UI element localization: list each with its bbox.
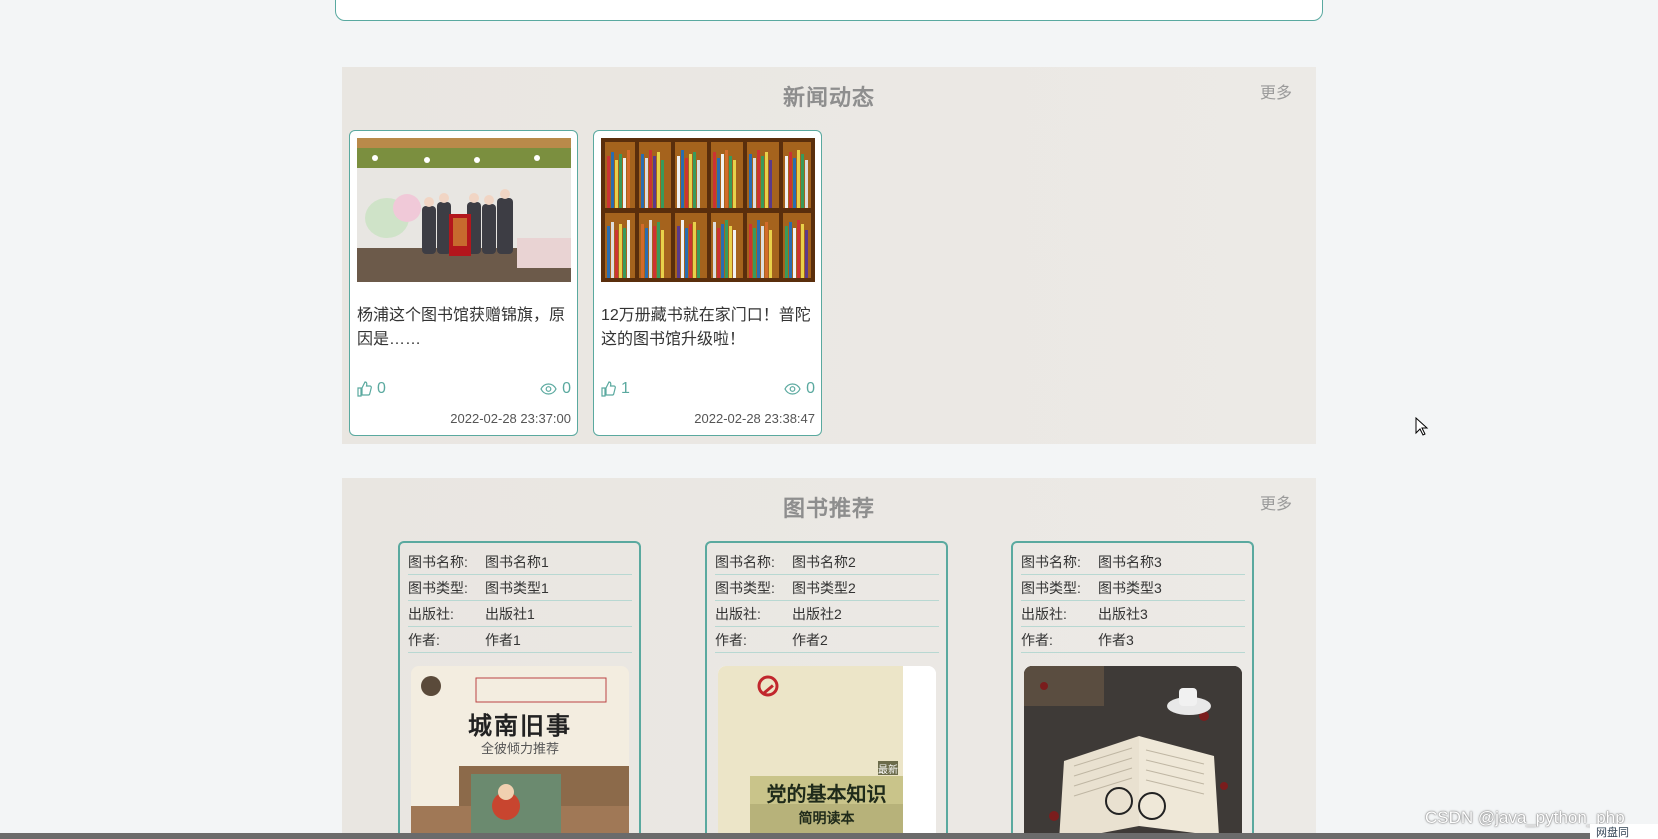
corner-logo: 网盘同 [1590,824,1658,839]
book-publisher-label: 出版社: [408,605,454,622]
thumbs-up-icon [357,381,372,397]
book-cover-subtitle: 简明读本 [798,810,855,826]
book-author-value: 作者1 [485,631,521,648]
book-type-row: 图书类型: 图书类型2 [715,575,939,601]
book-card[interactable]: 图书名称: 图书名称1 图书类型: 图书类型1 出版社: 出版社1 作者: 作者… [398,541,641,839]
book-type-row: 图书类型: 图书类型1 [408,575,632,601]
news-card[interactable]: 12万册藏书就在家门口！普陀这的图书馆升级啦！ 1 0 2022-02-28 2… [593,130,822,436]
book-author-row: 作者: 作者3 [1021,627,1245,653]
book-cover-image[interactable]: 最新 党的基本知识 简明读本 [718,666,936,839]
news-section: 新闻动态 更多 杨浦这个图书馆获赠锦旗，原因是…… 0 0 2022-02-28… [342,67,1316,444]
book-name-row: 图书名称: 图书名称3 [1021,549,1245,575]
book-author-label: 作者: [408,631,440,648]
book-type-label: 图书类型: [408,579,468,596]
book-name-label: 图书名称: [715,553,775,570]
eye-icon [540,383,557,395]
like-count: 0 [377,380,386,397]
book-name-row: 图书名称: 图书名称2 [715,549,939,575]
book-name-value: 图书名称2 [792,553,856,570]
thumbs-up-icon [601,381,616,397]
book-author-value: 作者2 [792,631,828,648]
news-title[interactable]: 12万册藏书就在家门口！普陀这的图书馆升级啦！ [601,304,815,352]
book-author-value: 作者3 [1098,631,1134,648]
book-publisher-row: 出版社: 出版社1 [408,601,632,627]
book-publisher-label: 出版社: [715,605,761,622]
news-date: 2022-02-28 23:37:00 [450,411,571,426]
like-button[interactable]: 1 [601,380,630,398]
news-card[interactable]: 杨浦这个图书馆获赠锦旗，原因是…… 0 0 2022-02-28 23:37:0… [349,130,578,436]
eye-icon [784,383,801,395]
book-card[interactable]: 图书名称: 图书名称3 图书类型: 图书类型3 出版社: 出版社3 作者: 作者… [1011,541,1254,839]
mouse-cursor-icon [1415,417,1429,436]
view-count-display: 0 [540,380,571,398]
book-name-value: 图书名称3 [1098,553,1162,570]
book-name-value: 图书名称1 [485,553,549,570]
bottom-scrollbar-strip [0,833,1658,839]
book-section-title: 图书推荐 [782,496,875,521]
book-cover-title: 城南旧事 [468,711,572,740]
book-section: 图书推荐 更多 图书名称: 图书名称1 图书类型: 图书类型1 出版社: 出版社… [342,478,1316,839]
news-title[interactable]: 杨浦这个图书馆获赠锦旗，原因是…… [357,304,571,352]
news-image[interactable] [357,138,571,282]
book-publisher-value: 出版社1 [485,605,535,622]
book-type-label: 图书类型: [715,579,775,596]
book-author-label: 作者: [1021,631,1053,648]
like-count: 1 [621,380,630,397]
book-publisher-value: 出版社3 [1098,605,1148,622]
book-type-row: 图书类型: 图书类型3 [1021,575,1245,601]
book-more-link[interactable]: 更多 [1260,490,1292,514]
book-type-value: 图书类型2 [792,579,856,596]
news-more-link[interactable]: 更多 [1260,79,1292,103]
book-cover-image[interactable] [1024,666,1242,839]
view-count: 0 [562,380,571,397]
book-type-label: 图书类型: [1021,579,1081,596]
view-count-display: 0 [784,380,815,398]
book-cover-image[interactable]: 城南旧事 全彼倾力推荐 [411,666,629,839]
view-count: 0 [806,380,815,397]
book-author-row: 作者: 作者1 [408,627,632,653]
book-type-value: 图书类型3 [1098,579,1162,596]
book-publisher-value: 出版社2 [792,605,842,622]
book-publisher-row: 出版社: 出版社3 [1021,601,1245,627]
book-cover-title: 党的基本知识 [766,782,887,806]
book-author-label: 作者: [715,631,747,648]
top-panel-box [335,0,1323,21]
book-publisher-label: 出版社: [1021,605,1067,622]
news-image[interactable] [601,138,815,282]
book-author-row: 作者: 作者2 [715,627,939,653]
book-type-value: 图书类型1 [485,579,549,596]
book-name-label: 图书名称: [1021,553,1081,570]
book-cover-subtitle: 全彼倾力推荐 [480,741,559,756]
book-publisher-row: 出版社: 出版社2 [715,601,939,627]
like-button[interactable]: 0 [357,380,386,398]
book-name-label: 图书名称: [408,553,468,570]
book-name-row: 图书名称: 图书名称1 [408,549,632,575]
book-card[interactable]: 图书名称: 图书名称2 图书类型: 图书类型2 出版社: 出版社2 作者: 作者… [705,541,948,839]
news-section-title: 新闻动态 [782,85,875,110]
book-cover-badge: 最新 [878,765,898,776]
news-date: 2022-02-28 23:38:47 [694,411,815,426]
